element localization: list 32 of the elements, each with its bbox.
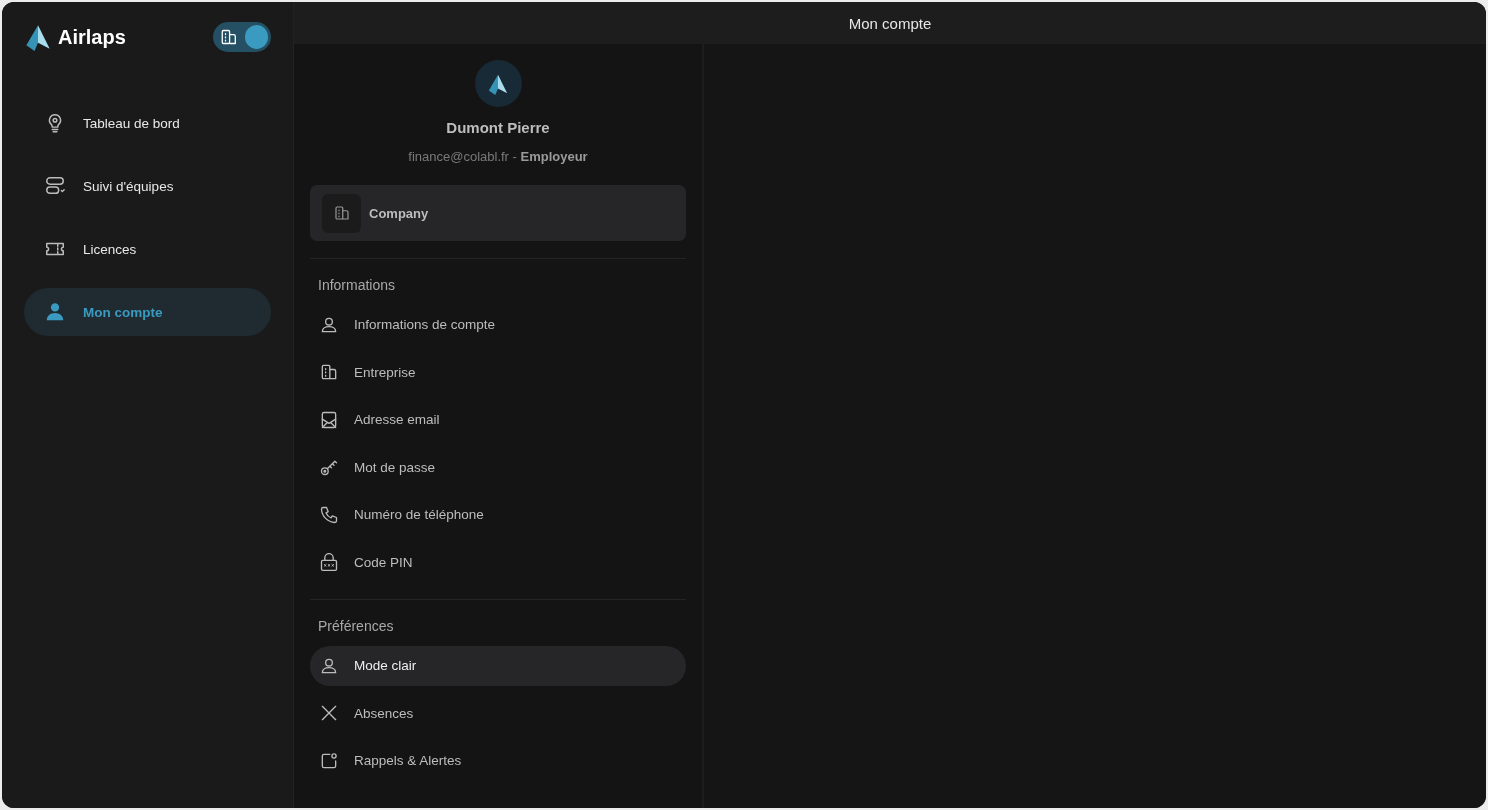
sidebar-item[interactable]: Licences — [24, 225, 271, 273]
logo-icon — [24, 23, 52, 51]
app-name: Airlaps — [58, 25, 127, 49]
menu-item[interactable]: Rappels & Alertes — [310, 740, 686, 781]
menu-item[interactable]: Entreprise — [310, 352, 686, 392]
menu-item[interactable]: Absences — [310, 693, 686, 733]
company-name: Company — [369, 205, 429, 221]
menu-item[interactable]: Mot de passe — [310, 447, 686, 487]
menu-item[interactable]: Numéro de téléphone — [310, 494, 686, 535]
building-icon — [319, 362, 339, 382]
person-icon — [44, 301, 66, 323]
menu-item[interactable]: Code PIN — [310, 542, 686, 582]
envelope-icon — [319, 409, 339, 430]
padlock-icon — [319, 552, 339, 572]
company-card[interactable]: Company — [310, 185, 686, 241]
building-icon — [332, 204, 351, 222]
mode-toggle[interactable] — [213, 22, 271, 52]
user-email-role: finance@colabl.fr - Employeur — [408, 149, 588, 164]
user-name: Dumont Pierre — [446, 119, 550, 136]
section-title: Informations — [317, 276, 397, 295]
menu-item[interactable]: Adresse email — [310, 399, 686, 440]
section-title: Préférences — [317, 617, 395, 636]
sidebar-item[interactable]: Mon compte — [24, 288, 271, 336]
page-title: Mon compte — [848, 14, 932, 32]
sidebar-item[interactable]: Suivi d'équipes — [24, 162, 271, 210]
menu-item[interactable]: Mode clair — [310, 645, 686, 686]
phone-icon — [319, 504, 339, 525]
building-icon — [219, 27, 239, 47]
sidebar-item[interactable]: Tableau de bord — [24, 99, 271, 147]
close-icon — [319, 703, 339, 723]
menu-item[interactable]: Informations de compte — [310, 304, 686, 345]
toggle-list-icon — [44, 175, 66, 197]
